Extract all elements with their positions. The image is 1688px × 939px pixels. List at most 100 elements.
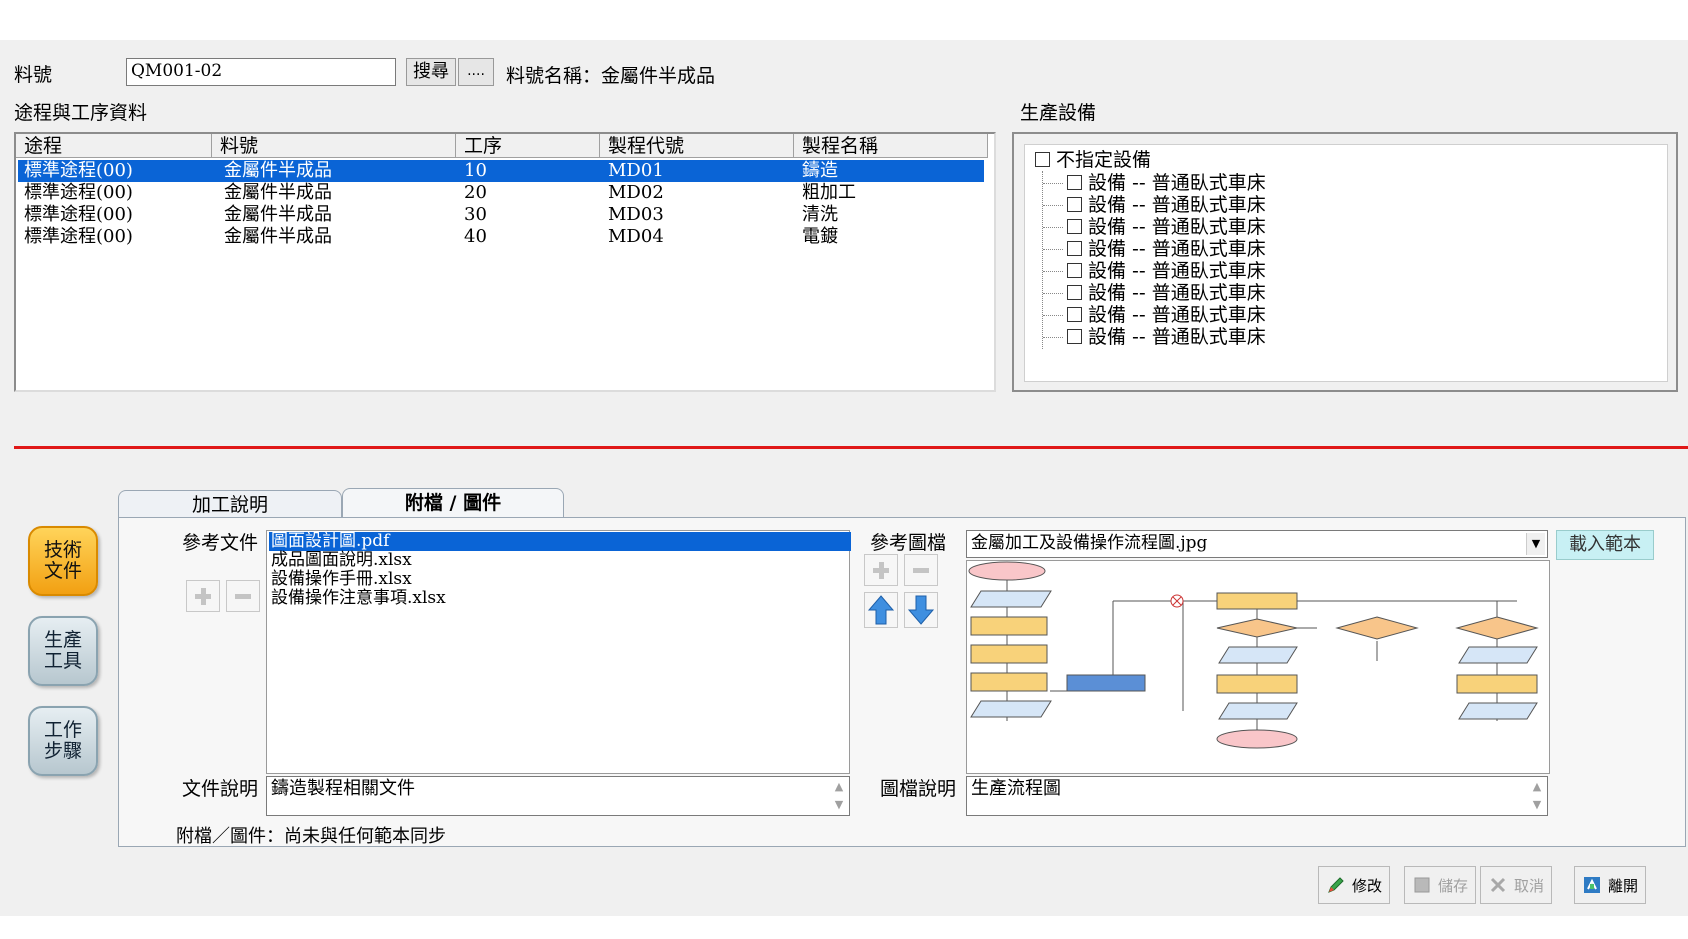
tree-connector: [1043, 183, 1063, 184]
part-number-input[interactable]: QM001-02: [126, 58, 396, 86]
col-header-route[interactable]: 途程: [16, 134, 212, 158]
close-icon: [1490, 877, 1506, 893]
scroll-down-icon[interactable]: ▼: [833, 799, 845, 811]
checkbox[interactable]: [1067, 307, 1082, 322]
col-header-part[interactable]: 料號: [212, 134, 456, 158]
img-desc-value: 生產流程圖: [971, 778, 1061, 799]
scroll-up-icon[interactable]: ▲: [1531, 781, 1543, 793]
move-up-icon[interactable]: [864, 592, 898, 628]
cell-name: 清洗: [802, 204, 838, 225]
remove-image-icon[interactable]: [904, 554, 938, 586]
tab-processing-notes[interactable]: 加工說明: [118, 490, 342, 518]
tree-connector: [1043, 249, 1063, 250]
production-tools-button[interactable]: 生產 工具: [28, 616, 98, 686]
table-row[interactable]: 標準途程(00) 金屬件半成品 40 MD04 電鍍: [18, 226, 984, 248]
remove-doc-icon[interactable]: [226, 580, 260, 612]
col-header-name[interactable]: 製程名稱: [794, 134, 988, 158]
tree-item-equipment[interactable]: 設備 -- 普通臥式車床: [1043, 194, 1266, 216]
tree-item-equipment[interactable]: 設備 -- 普通臥式車床: [1043, 282, 1266, 304]
table-row[interactable]: 標準途程(00) 金屬件半成品 10 MD01 鑄造: [18, 160, 984, 182]
tree-connector: [1043, 337, 1063, 338]
tree-item-equipment[interactable]: 設備 -- 普通臥式車床: [1043, 238, 1266, 260]
tree-root-label: 不指定設備: [1056, 149, 1152, 171]
checkbox[interactable]: [1067, 219, 1082, 234]
checkbox[interactable]: [1035, 152, 1050, 167]
equipment-panel: 不指定設備 設備 -- 普通臥式車床 設備 -- 普通臥式車床 設備 -- 普通臥式…: [1012, 132, 1678, 392]
cell-code: MD04: [608, 226, 664, 247]
scroll-down-icon[interactable]: ▼: [1531, 799, 1543, 811]
scroll-up-icon[interactable]: ▲: [833, 781, 845, 793]
doc-desc-label: 文件說明: [182, 778, 259, 800]
tree-item-label: 設備 -- 普通臥式車床: [1088, 172, 1266, 194]
tab-attachments[interactable]: 附檔 / 圖件: [342, 488, 564, 518]
table-row[interactable]: 標準途程(00) 金屬件半成品 30 MD03 清洗: [18, 204, 984, 226]
browse-button[interactable]: ....: [458, 58, 494, 86]
edit-button[interactable]: 修改: [1318, 866, 1390, 904]
img-desc-textarea[interactable]: 生產流程圖 ▲ ▼: [966, 776, 1548, 816]
tree-item-equipment[interactable]: 設備 -- 普通臥式車床: [1043, 216, 1266, 238]
doc-desc-value: 鑄造製程相關文件: [271, 778, 415, 799]
cell-route: 標準途程(00): [24, 160, 133, 181]
cancel-button[interactable]: 取消: [1480, 866, 1552, 904]
search-button[interactable]: 搜尋: [406, 58, 456, 86]
routing-section-title: 途程與工序資料: [14, 102, 148, 124]
list-item[interactable]: 成品圖面說明.xlsx: [269, 551, 412, 570]
load-template-button[interactable]: 載入範本: [1556, 530, 1654, 560]
tree-connector: [1043, 271, 1063, 272]
chevron-down-icon[interactable]: ▼: [1526, 533, 1545, 555]
col-header-code[interactable]: 製程代號: [600, 134, 794, 158]
pencil-icon: [1328, 877, 1344, 893]
save-icon: [1414, 877, 1430, 893]
image-preview: [966, 560, 1550, 774]
image-select[interactable]: 金屬加工及設備操作流程圖.jpg ▼: [966, 530, 1548, 558]
tree-connector: [1043, 315, 1063, 316]
col-header-seq[interactable]: 工序: [456, 134, 600, 158]
checkbox[interactable]: [1067, 241, 1082, 256]
list-item[interactable]: 圖面設計圖.pdf: [269, 532, 851, 551]
cell-part: 金屬件半成品: [224, 160, 332, 181]
checkbox[interactable]: [1067, 197, 1082, 212]
table-row[interactable]: 標準途程(00) 金屬件半成品 20 MD02 粗加工: [18, 182, 984, 204]
cell-seq: 30: [464, 204, 487, 225]
production-tools-label: 生產 工具: [43, 629, 82, 672]
list-item[interactable]: 設備操作注意事項.xlsx: [269, 589, 446, 608]
exit-label: 離開: [1607, 876, 1638, 895]
flowchart-image: [968, 561, 1539, 749]
tree-item-equipment[interactable]: 設備 -- 普通臥式車床: [1043, 326, 1266, 348]
exit-button[interactable]: 離開: [1574, 866, 1646, 904]
ref-doc-list[interactable]: 圖面設計圖.pdf 成品圖面說明.xlsx 設備操作手冊.xlsx 設備操作注意事項.…: [266, 530, 851, 774]
tree-item-equipment[interactable]: 設備 -- 普通臥式車床: [1043, 172, 1266, 194]
cell-route: 標準途程(00): [24, 204, 133, 225]
tech-docs-button[interactable]: 技術 文件: [28, 526, 98, 596]
part-name-label: 料號名稱：金屬件半成品: [506, 65, 716, 87]
cell-name: 鑄造: [802, 160, 838, 181]
tree-item-equipment[interactable]: 設備 -- 普通臥式車床: [1043, 304, 1266, 326]
add-image-icon[interactable]: [864, 554, 898, 586]
work-steps-button[interactable]: 工作 步驟: [28, 706, 98, 776]
cell-seq: 10: [464, 160, 487, 181]
img-desc-label: 圖檔說明: [880, 778, 957, 800]
tree-connector: [1043, 293, 1063, 294]
cell-route: 標準途程(00): [24, 182, 133, 203]
tech-docs-label: 技術 文件: [43, 539, 82, 582]
cancel-label: 取消: [1513, 876, 1544, 895]
list-item[interactable]: 設備操作手冊.xlsx: [269, 570, 412, 589]
cell-part: 金屬件半成品: [224, 226, 332, 247]
checkbox[interactable]: [1067, 175, 1082, 190]
doc-desc-textarea[interactable]: 鑄造製程相關文件 ▲ ▼: [266, 776, 850, 816]
tree-root[interactable]: 不指定設備: [1035, 149, 1151, 171]
checkbox[interactable]: [1067, 329, 1082, 344]
checkbox[interactable]: [1067, 263, 1082, 278]
move-down-icon[interactable]: [904, 592, 938, 628]
save-button[interactable]: 儲存: [1404, 866, 1476, 904]
tree-item-label: 設備 -- 普通臥式車床: [1088, 326, 1266, 348]
tree-item-label: 設備 -- 普通臥式車床: [1088, 216, 1266, 238]
add-doc-icon[interactable]: [186, 580, 220, 612]
routing-grid[interactable]: 途程 料號 工序 製程代號 製程名稱 標準途程(00) 金屬件半成品 10 MD01 鑄…: [14, 132, 996, 392]
tree-item-equipment[interactable]: 設備 -- 普通臥式車床: [1043, 260, 1266, 282]
equipment-section-title: 生產設備: [1020, 102, 1097, 124]
equipment-tree[interactable]: 不指定設備 設備 -- 普通臥式車床 設備 -- 普通臥式車床 設備 -- 普通臥式…: [1024, 144, 1668, 382]
checkbox[interactable]: [1067, 285, 1082, 300]
sync-status: 附檔／圖件：尚未與任何範本同步: [176, 826, 446, 847]
edit-label: 修改: [1351, 876, 1382, 895]
